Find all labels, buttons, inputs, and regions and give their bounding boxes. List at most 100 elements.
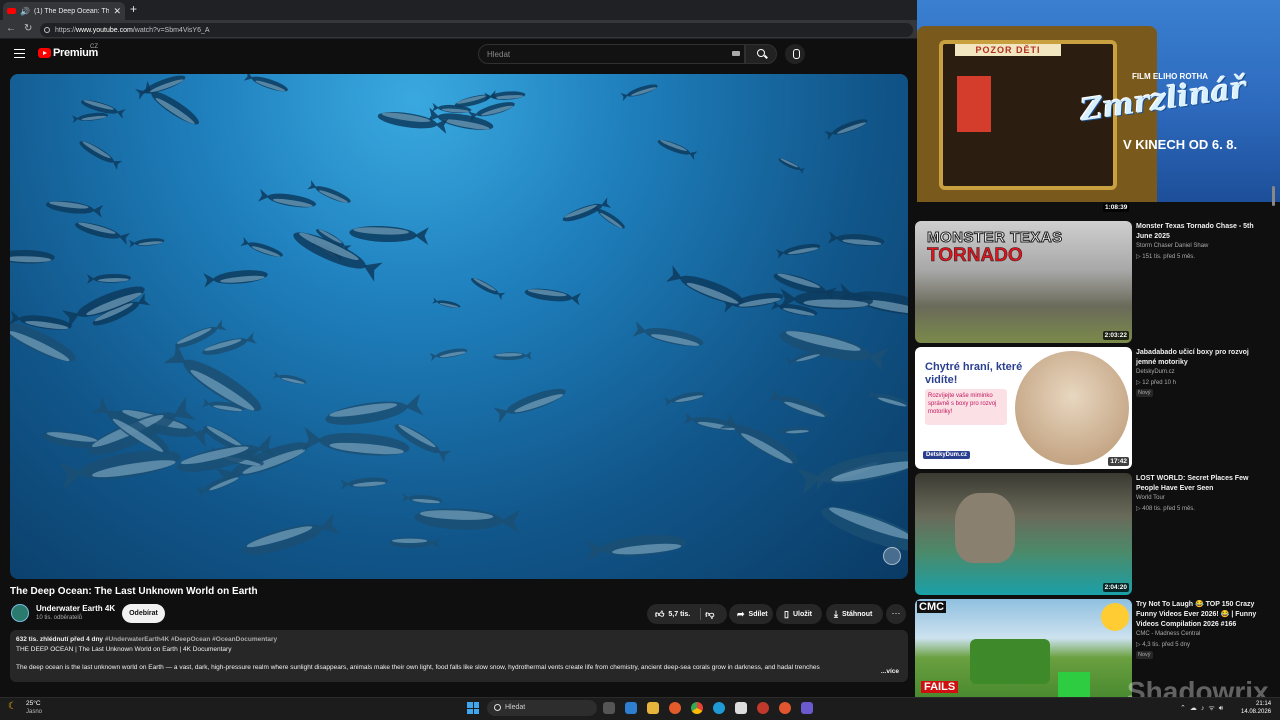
fish-school-scene bbox=[10, 74, 908, 562]
video-thumbnail[interactable]: Chytré hraní, které vidíte! Rozvíjejte v… bbox=[915, 347, 1132, 469]
new-tab-button[interactable]: + bbox=[130, 2, 137, 16]
app-icon[interactable] bbox=[757, 702, 769, 714]
video-player[interactable] bbox=[10, 74, 908, 579]
thumbs-down-icon[interactable]: 👎︎ bbox=[705, 609, 714, 620]
widgets-icon[interactable] bbox=[625, 702, 637, 714]
fish-shape bbox=[302, 426, 410, 456]
taskbar-search[interactable]: Hledat bbox=[487, 700, 597, 716]
video-duration: 2:03:22 bbox=[1102, 331, 1129, 340]
browser-tab[interactable]: 🔊 (1) The Deep Ocean: The Last ✕ bbox=[3, 2, 125, 20]
subscriber-count: 10 tis. odběratelů bbox=[36, 615, 83, 621]
thumbnail-headline: Chytré hraní, které vidíte! bbox=[925, 361, 1023, 386]
video-thumbnail[interactable]: 2:04:20 bbox=[915, 473, 1132, 595]
site-info-icon[interactable] bbox=[44, 27, 50, 33]
share-button[interactable]: ➦ Sdílet bbox=[729, 604, 773, 624]
fish-shape bbox=[196, 474, 241, 498]
share-label: Sdílet bbox=[748, 610, 768, 618]
fish-shape bbox=[524, 288, 582, 306]
windows-start-icon[interactable] bbox=[467, 702, 479, 714]
scrollbar-thumb[interactable] bbox=[1272, 186, 1275, 206]
related-video-title[interactable]: Jabadabado učicí boxy pro rozvoj jemné m… bbox=[1136, 348, 1266, 368]
related-video-title[interactable]: Try Not To Laugh 😂 TOP 150 Crazy Funny V… bbox=[1136, 600, 1266, 630]
tab-title: (1) The Deep Ocean: The Last bbox=[33, 7, 110, 15]
save-label: Uložit bbox=[792, 610, 813, 618]
related-video-channel[interactable]: CMC - Madness Central bbox=[1136, 631, 1200, 637]
fish-shape bbox=[377, 112, 449, 134]
hashtags: #UnderwaterEarth4K #DeepOcean #OceanDocu… bbox=[104, 636, 278, 643]
fish-shape bbox=[46, 200, 104, 218]
related-video-title[interactable]: Monster Texas Tornado Chase - 5th June 2… bbox=[1136, 222, 1266, 242]
related-video-channel[interactable]: DetskyDum.cz bbox=[1136, 369, 1175, 375]
search-input[interactable]: Hledat bbox=[478, 44, 745, 64]
close-tab-icon[interactable]: ✕ bbox=[113, 6, 121, 17]
windows-taskbar bbox=[0, 697, 1280, 720]
fish-shape bbox=[325, 393, 424, 425]
more-actions-button[interactable]: ··· bbox=[886, 604, 906, 624]
thumbnail-emoji bbox=[1101, 603, 1129, 631]
region-code: CZ bbox=[90, 44, 98, 50]
related-video-channel[interactable]: World Tour bbox=[1136, 495, 1165, 501]
firefox-icon[interactable] bbox=[669, 702, 681, 714]
search-button[interactable] bbox=[745, 44, 777, 64]
fish-shape bbox=[432, 297, 461, 308]
task-view-icon[interactable] bbox=[603, 702, 615, 714]
thumbs-up-icon[interactable]: 👍︎ bbox=[655, 609, 664, 620]
video-thumbnail[interactable]: MONSTER TEXAS TORNADO 2:03:22 bbox=[915, 221, 1132, 343]
voice-search-mic-icon[interactable] bbox=[785, 44, 805, 64]
like-count[interactable]: 5,7 tis. bbox=[668, 611, 690, 618]
fish-shape bbox=[86, 273, 131, 285]
description-headline: THE DEEP OCEAN | The Last Unknown World … bbox=[16, 646, 232, 653]
fish-shape bbox=[768, 388, 829, 418]
ad-banner[interactable]: POZOR DĚTI FILM ELIHO ROTHA Zmrzlinář V … bbox=[917, 0, 1280, 202]
keyboard-icon[interactable] bbox=[732, 51, 740, 56]
views-and-date: 632 tis. zhlédnutí před 4 dny bbox=[16, 636, 104, 643]
show-more-link[interactable]: ...více bbox=[876, 668, 899, 675]
store-icon[interactable] bbox=[735, 702, 747, 714]
weather-moon-icon[interactable]: ☾ bbox=[8, 701, 17, 712]
ad-duration: 1:08:39 bbox=[1103, 203, 1130, 212]
reload-icon[interactable]: ↻ bbox=[24, 23, 32, 34]
related-video-stats: ▷ 151 tis. před 5 měs. bbox=[1136, 254, 1195, 260]
related-video-channel[interactable]: Storm Chaser Daniel Shaw bbox=[1136, 243, 1208, 249]
channel-name[interactable]: Underwater Earth 4K bbox=[36, 604, 115, 613]
chrome-icon[interactable] bbox=[691, 702, 703, 714]
file-explorer-icon[interactable] bbox=[647, 702, 659, 714]
firefox-alt-icon[interactable] bbox=[779, 702, 791, 714]
thumbnail-stone-face bbox=[955, 493, 1015, 563]
video-description[interactable]: 632 tis. zhlédnutí před 4 dny #Underwate… bbox=[10, 630, 908, 682]
youtube-logo-icon[interactable] bbox=[38, 48, 51, 58]
fish-shape bbox=[401, 493, 443, 504]
back-arrow-icon[interactable]: ← bbox=[6, 23, 16, 34]
related-video-title[interactable]: LOST WORLD: Secret Places Few People Hav… bbox=[1136, 474, 1266, 494]
fish-shape bbox=[10, 249, 55, 264]
hamburger-menu-icon[interactable] bbox=[14, 49, 25, 58]
address-bar[interactable]: https://www.youtube.com/watch?v=Sbm4VisY… bbox=[40, 23, 913, 37]
active-app-icon[interactable] bbox=[801, 702, 813, 714]
download-icon: ⤓ bbox=[834, 608, 838, 619]
channel-avatar[interactable] bbox=[11, 604, 29, 622]
bookmark-icon: ▯ bbox=[784, 608, 789, 619]
fish-shape bbox=[866, 389, 908, 407]
video-title: The Deep Ocean: The Last Unknown World o… bbox=[10, 586, 258, 597]
fish-shape bbox=[128, 238, 165, 248]
taskbar-clock[interactable]: 21:14 14.08.2026 bbox=[1241, 700, 1271, 716]
video-thumbnail[interactable]: CMC FAILS bbox=[915, 599, 1132, 697]
fish-shape bbox=[272, 371, 307, 384]
fish-shape bbox=[493, 388, 566, 424]
fish-shape bbox=[389, 537, 440, 549]
channel-watermark-icon[interactable] bbox=[883, 547, 901, 565]
download-button[interactable]: ⤓ Stáhnout bbox=[826, 604, 883, 624]
description-body: The deep ocean is the last unknown world… bbox=[16, 664, 820, 671]
subscribe-button[interactable]: Odebírat bbox=[122, 604, 165, 623]
thumbnail-brand-logo: DetskyDum.cz bbox=[923, 451, 971, 459]
speaker-icon[interactable]: 🔊 bbox=[20, 7, 30, 16]
fish-shape bbox=[258, 188, 316, 208]
fish-shape bbox=[240, 236, 283, 257]
save-button[interactable]: ▯ Uložit bbox=[776, 604, 822, 624]
weather-condition: Jasno bbox=[26, 709, 43, 715]
weather-temperature[interactable]: 25°C bbox=[26, 700, 41, 707]
system-tray-icons[interactable]: ⌃☁♪ᯤ🔊︎ bbox=[1180, 704, 1227, 713]
fish-shape bbox=[243, 74, 288, 92]
edge-icon[interactable] bbox=[713, 702, 725, 714]
fish-shape bbox=[470, 278, 506, 301]
